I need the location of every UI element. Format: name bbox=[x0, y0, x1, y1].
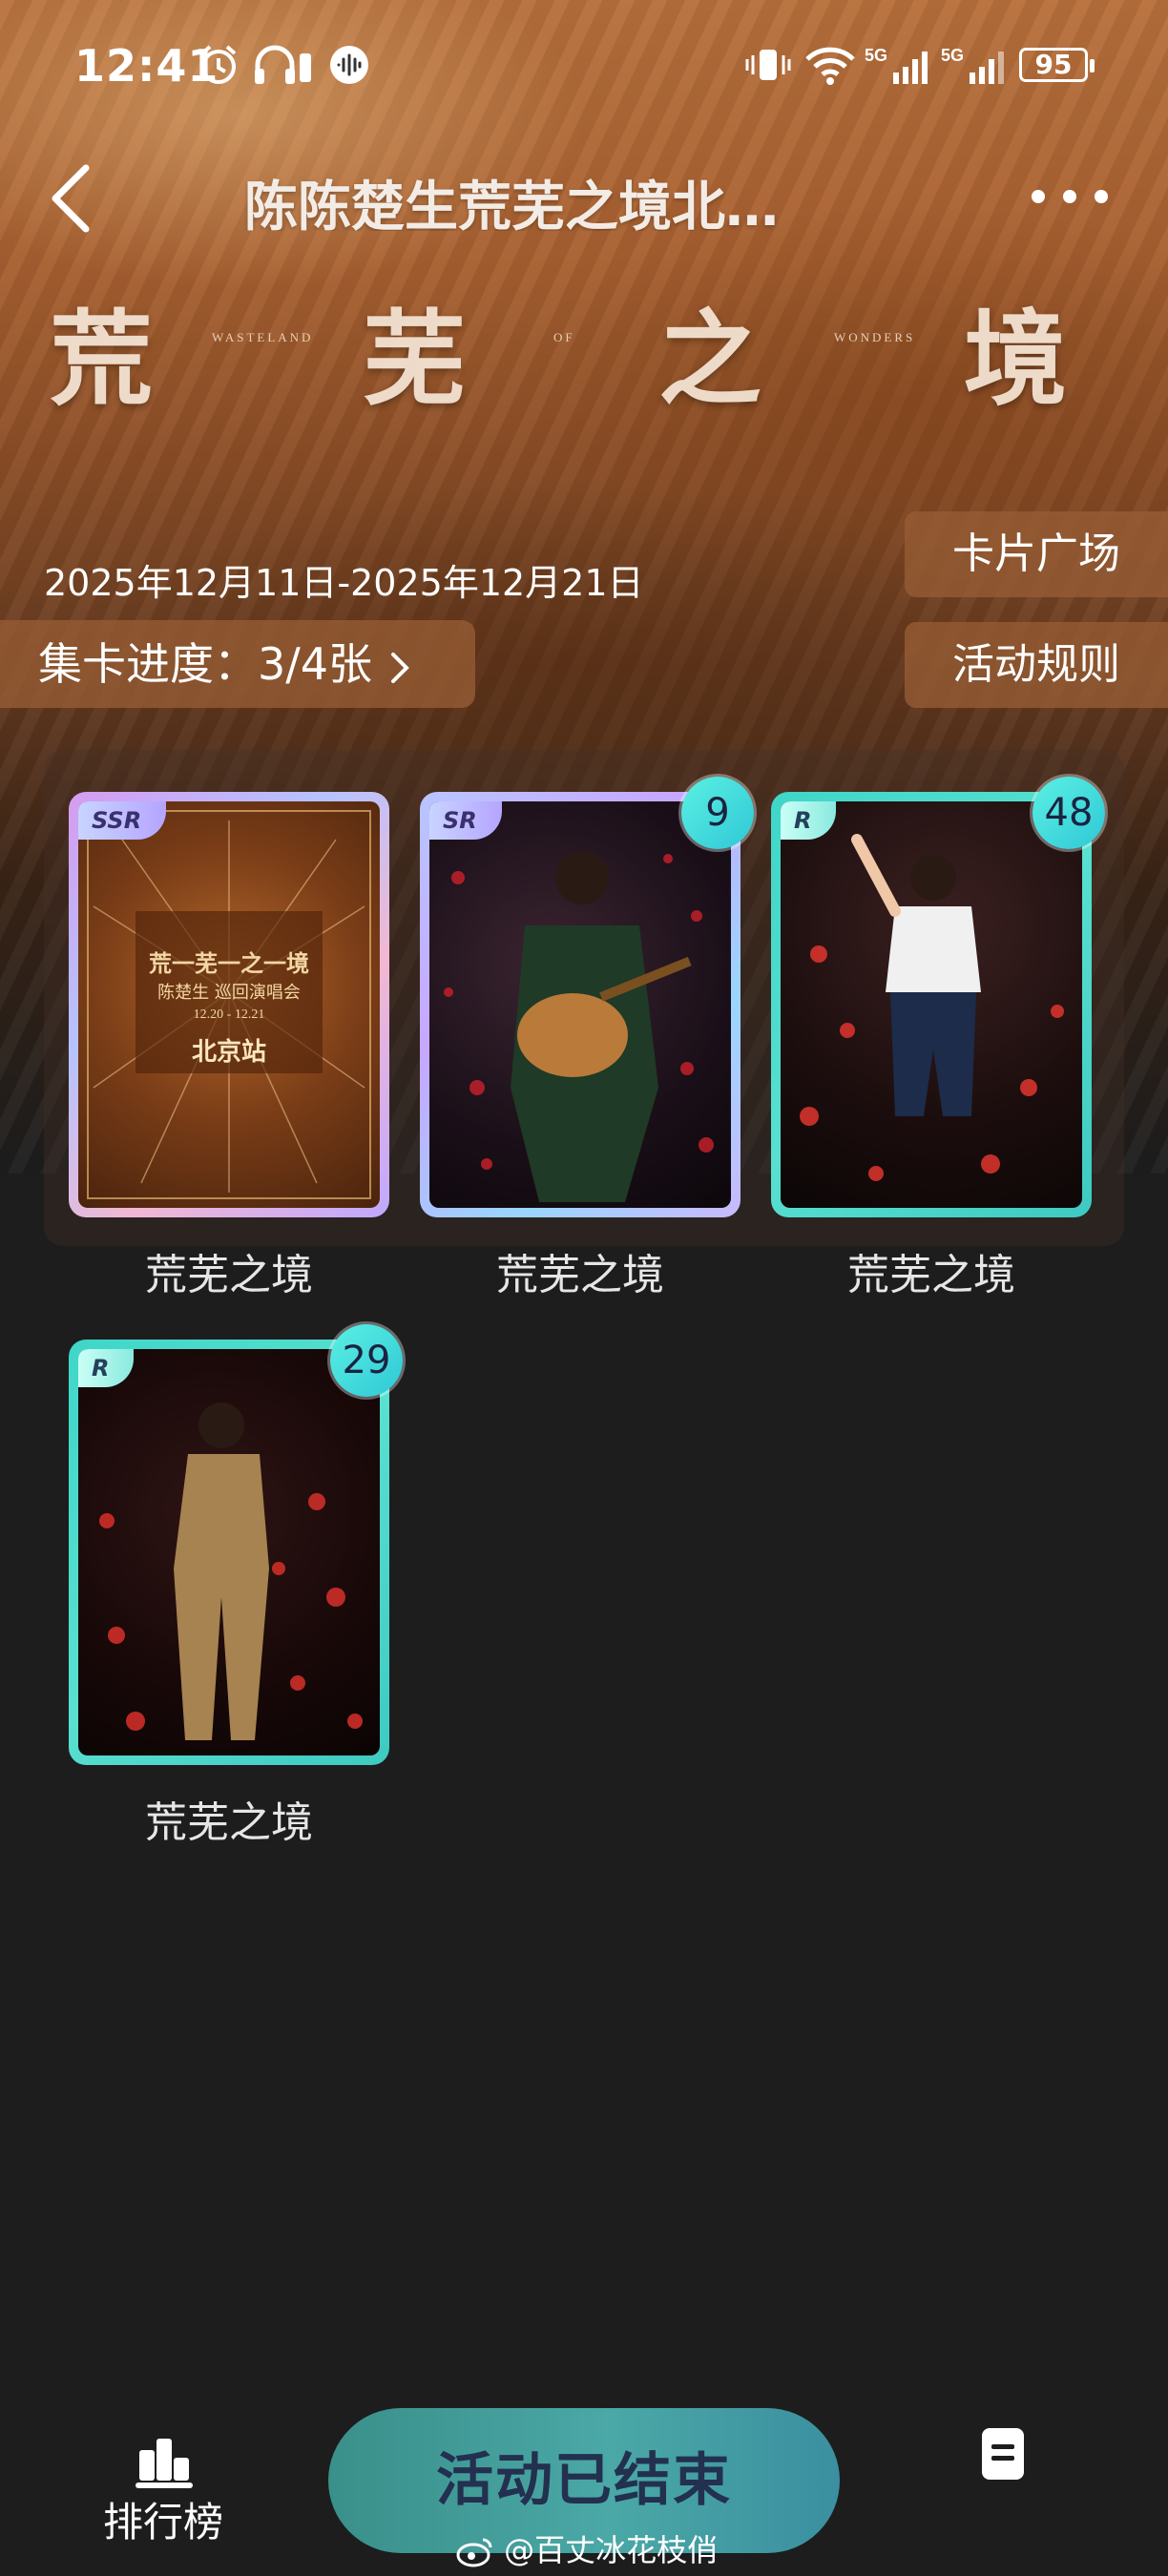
poster-subtitle: 陈楚生 巡回演唱会 bbox=[157, 983, 301, 1003]
wifi-icon bbox=[805, 47, 855, 85]
signal-5g-icon-2: 5G bbox=[941, 46, 1004, 84]
banner-char-1: 荒 bbox=[50, 300, 154, 420]
back-arrow-icon[interactable] bbox=[44, 160, 101, 237]
sunburst-graphic bbox=[87, 810, 371, 1199]
status-bar: 12:41 5G 5G 95 bbox=[0, 34, 1168, 101]
card-ssr[interactable]: 荒一芜一之一境 陈楚生 巡回演唱会 12.20 - 12.21 北京站 SSR bbox=[69, 792, 389, 1217]
card-name: 荒芜之境 bbox=[496, 1251, 664, 1299]
svg-text:5G: 5G bbox=[941, 46, 964, 65]
sound-wave-icon bbox=[330, 46, 368, 84]
card-sr[interactable]: SR 9 bbox=[420, 777, 754, 1217]
banner-char-4: 境 bbox=[964, 300, 1068, 420]
banner-word-wasteland: WASTELAND bbox=[212, 330, 314, 344]
performer-waving-image bbox=[800, 834, 1064, 1181]
poster-station: 北京站 bbox=[191, 1038, 266, 1067]
ranking-tab-label[interactable]: 排行榜 bbox=[103, 2490, 223, 2548]
watermark: @百丈冰花枝俏 bbox=[456, 2526, 718, 2570]
more-options-icon[interactable] bbox=[1027, 177, 1113, 216]
card-r-1-photo bbox=[781, 801, 1082, 1208]
svg-text:5G: 5G bbox=[865, 46, 887, 65]
activity-rules-button[interactable]: 活动规则 bbox=[905, 622, 1168, 708]
rarity-badge: SSR bbox=[78, 801, 167, 840]
collection-progress-button[interactable]: 集卡进度：3/4张 bbox=[0, 620, 475, 708]
card-name: 荒芜之境 bbox=[145, 1798, 313, 1847]
document-icon[interactable] bbox=[979, 2425, 1027, 2483]
card-plaza-button[interactable]: 卡片广场 bbox=[905, 511, 1168, 597]
weibo-logo-icon bbox=[456, 2538, 492, 2567]
chevron-right-icon bbox=[389, 620, 410, 708]
headphones-icon bbox=[255, 45, 295, 84]
poster-dates: 12.20 - 12.21 bbox=[193, 1008, 265, 1022]
banner-char-3: 之 bbox=[658, 300, 762, 420]
phone-small-icon bbox=[300, 53, 311, 82]
page-title: 陈陈楚生荒芜之境北… bbox=[244, 177, 779, 231]
card-count-badge: 48 bbox=[1032, 777, 1105, 849]
collection-progress-label: 集卡进度：3/4张 bbox=[38, 638, 373, 690]
event-date-range: 2025年12月11日-2025年12月21日 bbox=[44, 562, 644, 604]
card-count-badge: 29 bbox=[330, 1324, 403, 1397]
card-r-2[interactable]: R 29 bbox=[69, 1324, 403, 1765]
alarm-icon bbox=[200, 45, 237, 84]
card-r-2-photo bbox=[78, 1349, 380, 1755]
card-count-badge: 9 bbox=[681, 777, 754, 849]
banner-char-2: 芜 bbox=[363, 300, 467, 420]
performer-gold-suit-image bbox=[99, 1402, 363, 1740]
poster-title: 荒一芜一之一境 bbox=[149, 949, 309, 977]
watermark-text: @百丈冰花枝俏 bbox=[504, 2532, 719, 2568]
card-sr-photo bbox=[429, 801, 731, 1208]
performer-guitar-image bbox=[444, 851, 714, 1202]
card-ssr-poster: 荒一芜一之一境 陈楚生 巡回演唱会 12.20 - 12.21 北京站 bbox=[78, 801, 380, 1208]
banner-word-of: OF bbox=[553, 330, 575, 344]
card-name: 荒芜之境 bbox=[145, 1251, 313, 1299]
vibrate-icon bbox=[745, 50, 791, 80]
card-r-1[interactable]: R 48 bbox=[771, 777, 1105, 1217]
signal-5g-icon-1: 5G bbox=[865, 46, 928, 84]
event-banner-title: 荒 WASTELAND 芜 OF 之 WONDERS 境 bbox=[0, 277, 1168, 420]
banner-word-wonders: WONDERS bbox=[834, 330, 916, 344]
battery-indicator: 95 bbox=[1019, 48, 1095, 82]
card-name: 荒芜之境 bbox=[847, 1251, 1015, 1299]
